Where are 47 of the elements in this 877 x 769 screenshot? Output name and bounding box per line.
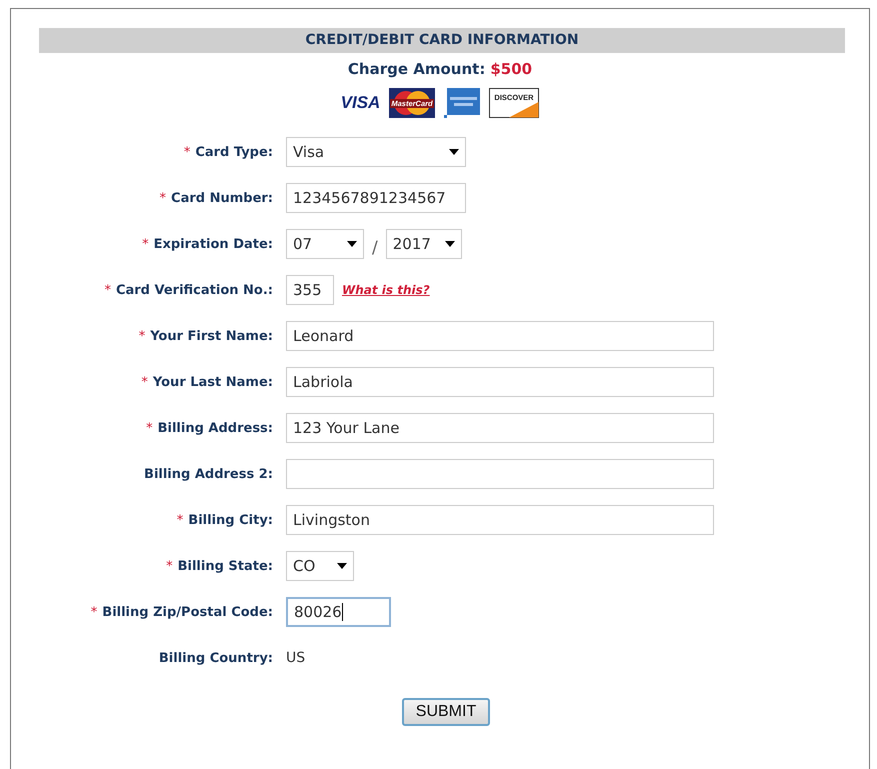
required-marker: *: [166, 558, 173, 574]
caret-icon: [337, 563, 347, 569]
date-separator: /: [372, 238, 378, 258]
dropdown[interactable]: Visa: [286, 137, 466, 167]
required-marker: *: [141, 374, 148, 390]
year-dropdown[interactable]: 2017: [386, 229, 462, 259]
field-label: Your Last Name:: [152, 374, 273, 390]
caret-icon: [347, 241, 357, 247]
caret-icon: [449, 149, 459, 155]
text-field[interactable]: [286, 459, 714, 489]
text-field[interactable]: 123 Your Lane: [286, 413, 714, 443]
field-label: Billing State:: [178, 558, 273, 574]
required-marker: *: [138, 328, 146, 344]
required-marker: *: [184, 144, 190, 160]
text-field[interactable]: 80026: [286, 597, 391, 627]
help-link[interactable]: What is this?: [342, 283, 430, 297]
text-field[interactable]: Livingston: [286, 505, 714, 535]
text-field[interactable]: Labriola: [286, 367, 714, 397]
dropdown[interactable]: CO: [286, 551, 354, 581]
caret-icon: [444, 241, 455, 247]
field-label: Expiration Date:: [154, 236, 273, 252]
visa-logo: VISA: [340, 93, 380, 113]
required-marker: *: [90, 604, 98, 620]
section-header: CREDIT/DEBIT CARD INFORMATION: [39, 28, 845, 53]
field-label: Billing Country:: [158, 650, 273, 666]
field-label: Card Type:: [195, 144, 273, 160]
field-value: US: [286, 650, 306, 666]
amex-logo: [444, 88, 480, 118]
required-marker: *: [104, 282, 111, 298]
field-label: Card Verification No.:: [116, 282, 273, 298]
required-marker: *: [146, 420, 153, 436]
field-label: Billing Address 2:: [144, 466, 273, 482]
text-field[interactable]: Leonard: [286, 321, 714, 351]
charge-label: Charge Amount:: [348, 60, 486, 78]
field-label: Card Number:: [171, 190, 273, 206]
field-label: Your First Name:: [150, 328, 273, 344]
submit-button[interactable]: SUBMIT: [402, 698, 490, 726]
required-marker: *: [160, 190, 166, 206]
field-label: Billing City:: [188, 512, 273, 528]
field-label: Billing Address:: [158, 420, 273, 436]
field-label: Billing Zip/Postal Code:: [102, 604, 273, 620]
cvv-field[interactable]: 355: [286, 275, 334, 305]
required-marker: *: [176, 512, 184, 528]
required-marker: *: [142, 236, 149, 252]
month-dropdown[interactable]: 07: [286, 229, 364, 259]
charge-amount: $500: [490, 60, 532, 78]
text-field[interactable]: 1234567891234567: [286, 183, 466, 213]
